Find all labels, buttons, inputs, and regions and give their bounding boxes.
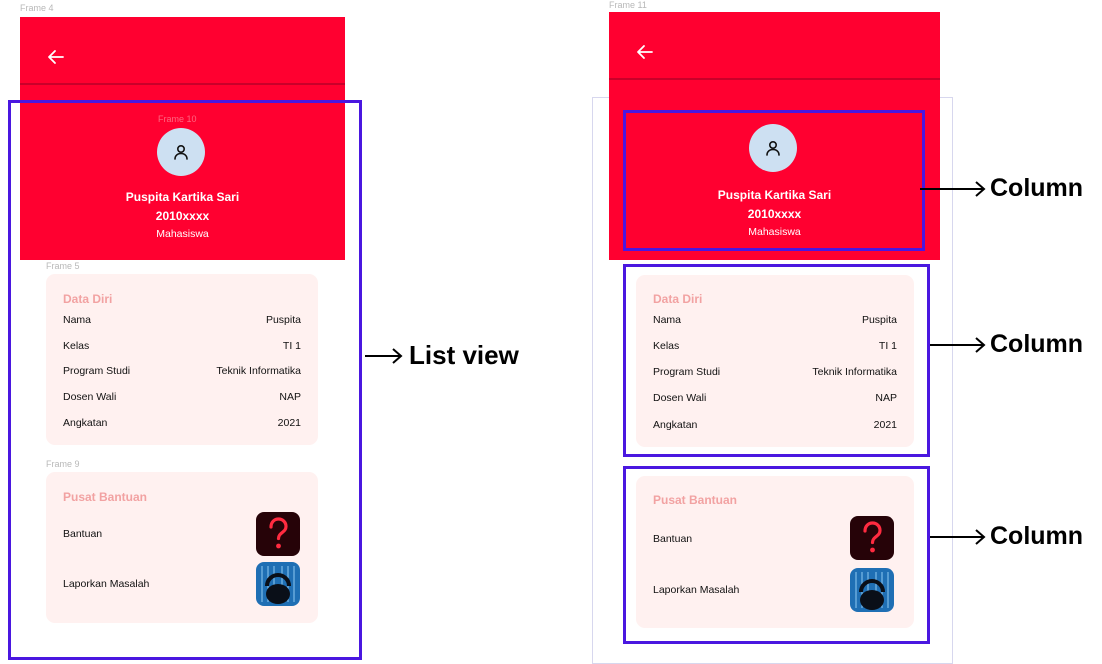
column-outline-data-diri	[623, 264, 930, 457]
header-divider	[20, 83, 345, 85]
header-divider	[609, 78, 940, 80]
back-arrow-icon[interactable]	[635, 42, 655, 62]
annotation-label: Column	[990, 174, 1084, 202]
arrow-right-icon	[920, 180, 986, 197]
annotation-column-data-diri: Column	[928, 330, 1083, 359]
annotation-label: Column	[990, 522, 1084, 550]
column-outline-profile	[623, 110, 925, 251]
arrow-right-icon	[930, 336, 986, 353]
annotation-label: List view	[409, 340, 519, 370]
arrow-right-icon	[365, 347, 403, 364]
list-view-outline	[8, 100, 362, 660]
frame-label: Frame 11	[609, 0, 647, 10]
annotation-column-pusat-bantuan: Column	[928, 522, 1083, 551]
app-header	[20, 17, 345, 102]
annotation-column-profile: Column	[918, 174, 1083, 203]
arrow-right-icon	[930, 528, 986, 545]
frame-label: Frame 4	[20, 3, 54, 13]
annotation-label: Column	[990, 330, 1084, 358]
back-arrow-icon[interactable]	[46, 47, 66, 67]
annotation-list-view: List view	[363, 340, 519, 371]
column-outline-pusat-bantuan	[623, 466, 930, 644]
app-header	[609, 12, 940, 97]
